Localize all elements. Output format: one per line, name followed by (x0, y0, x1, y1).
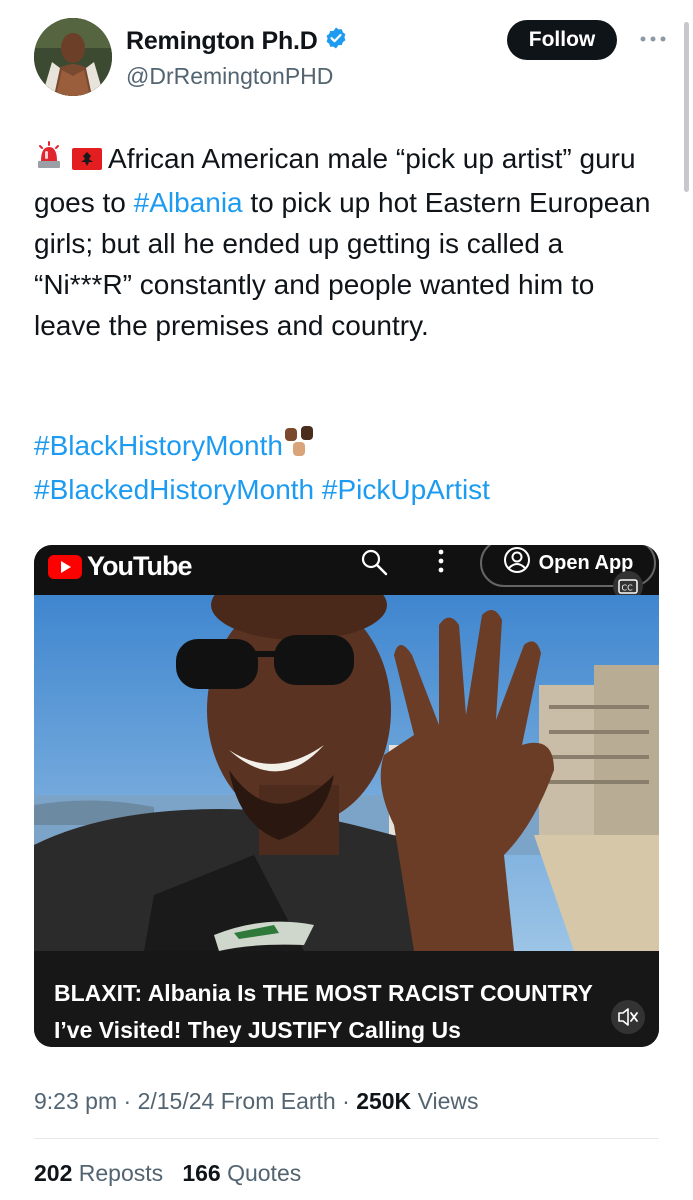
raised-fists-emoji (283, 424, 319, 469)
video-title: BLAXIT: Albania Is THE MOST RACIST COUNT… (54, 975, 654, 1047)
avatar[interactable] (34, 18, 112, 96)
reposts-count: 202 (34, 1160, 73, 1186)
reposts-label: Reposts (78, 1160, 164, 1186)
hashtag-albania-link[interactable]: #Albania (134, 187, 243, 218)
meta-separator: · (123, 1088, 132, 1114)
quotes-stat[interactable]: 166 Quotes (182, 1160, 301, 1186)
video-title-line1: BLAXIT: Albania Is THE MOST RACIST COUNT… (54, 980, 593, 1006)
hashtag-pickupartist-link[interactable]: #PickUpArtist (322, 474, 490, 505)
tweet-time[interactable]: 9:23 pm (34, 1088, 117, 1114)
svg-text:CC: CC (622, 584, 634, 593)
quotes-count: 166 (182, 1160, 221, 1186)
display-name[interactable]: Remington Ph.D (126, 27, 318, 56)
tweet-header: Remington Ph.D @DrRemingtonPHD Follow (34, 18, 673, 98)
user-handle[interactable]: @DrRemingtonPHD (126, 63, 348, 90)
meta-separator: · (342, 1088, 350, 1114)
mute-icon[interactable] (610, 999, 646, 1040)
more-vertical-icon[interactable] (434, 547, 448, 582)
albania-flag-emoji (71, 141, 102, 182)
youtube-top-bar: YouTube Open App CC (34, 545, 659, 601)
reposts-stat[interactable]: 202 Reposts (34, 1160, 163, 1186)
user-names: Remington Ph.D @DrRemingtonPHD (126, 26, 348, 90)
youtube-wordmark: YouTube (87, 551, 192, 581)
account-icon (503, 546, 531, 580)
verified-badge-icon (324, 26, 348, 57)
tweet-location: From Earth (220, 1088, 336, 1114)
video-card[interactable]: YouTube Open App CC BLAXIT: Albania Is T… (34, 545, 659, 1047)
video-frame[interactable] (34, 595, 659, 951)
divider (34, 1138, 659, 1139)
police-light-emoji (34, 141, 64, 182)
views-label: Views (417, 1088, 479, 1114)
video-title-line2: I’ve Visited! They JUSTIFY Calling Us (54, 1017, 461, 1043)
youtube-play-icon (48, 554, 82, 579)
hashtags: #BlackHistoryMonth #BlackedHistoryMonth … (34, 424, 654, 510)
views-count: 250K (356, 1088, 412, 1114)
hashtag-blackhistorymonth-link[interactable]: #BlackHistoryMonth (34, 430, 283, 461)
tweet-meta: 9:23 pm · 2/15/24 From Earth · 250K View… (34, 1088, 479, 1115)
video-caption[interactable]: BLAXIT: Albania Is THE MOST RACIST COUNT… (34, 951, 659, 1047)
follow-button[interactable]: Follow (507, 20, 617, 60)
display-name-row[interactable]: Remington Ph.D (126, 26, 348, 57)
scrollbar[interactable] (684, 22, 689, 192)
tweet-stats: 202 Reposts 166 Quotes (34, 1160, 301, 1187)
more-horizontal-icon[interactable] (633, 24, 673, 54)
hashtag-blackedhistorymonth-link[interactable]: #BlackedHistoryMonth (34, 474, 314, 505)
youtube-logo: YouTube (48, 551, 192, 582)
search-icon[interactable] (359, 547, 389, 582)
quotes-label: Quotes (227, 1160, 302, 1186)
tweet-date[interactable]: 2/15/24 (138, 1088, 215, 1114)
tweet-body: African American male “pick up artist” g… (34, 138, 654, 346)
